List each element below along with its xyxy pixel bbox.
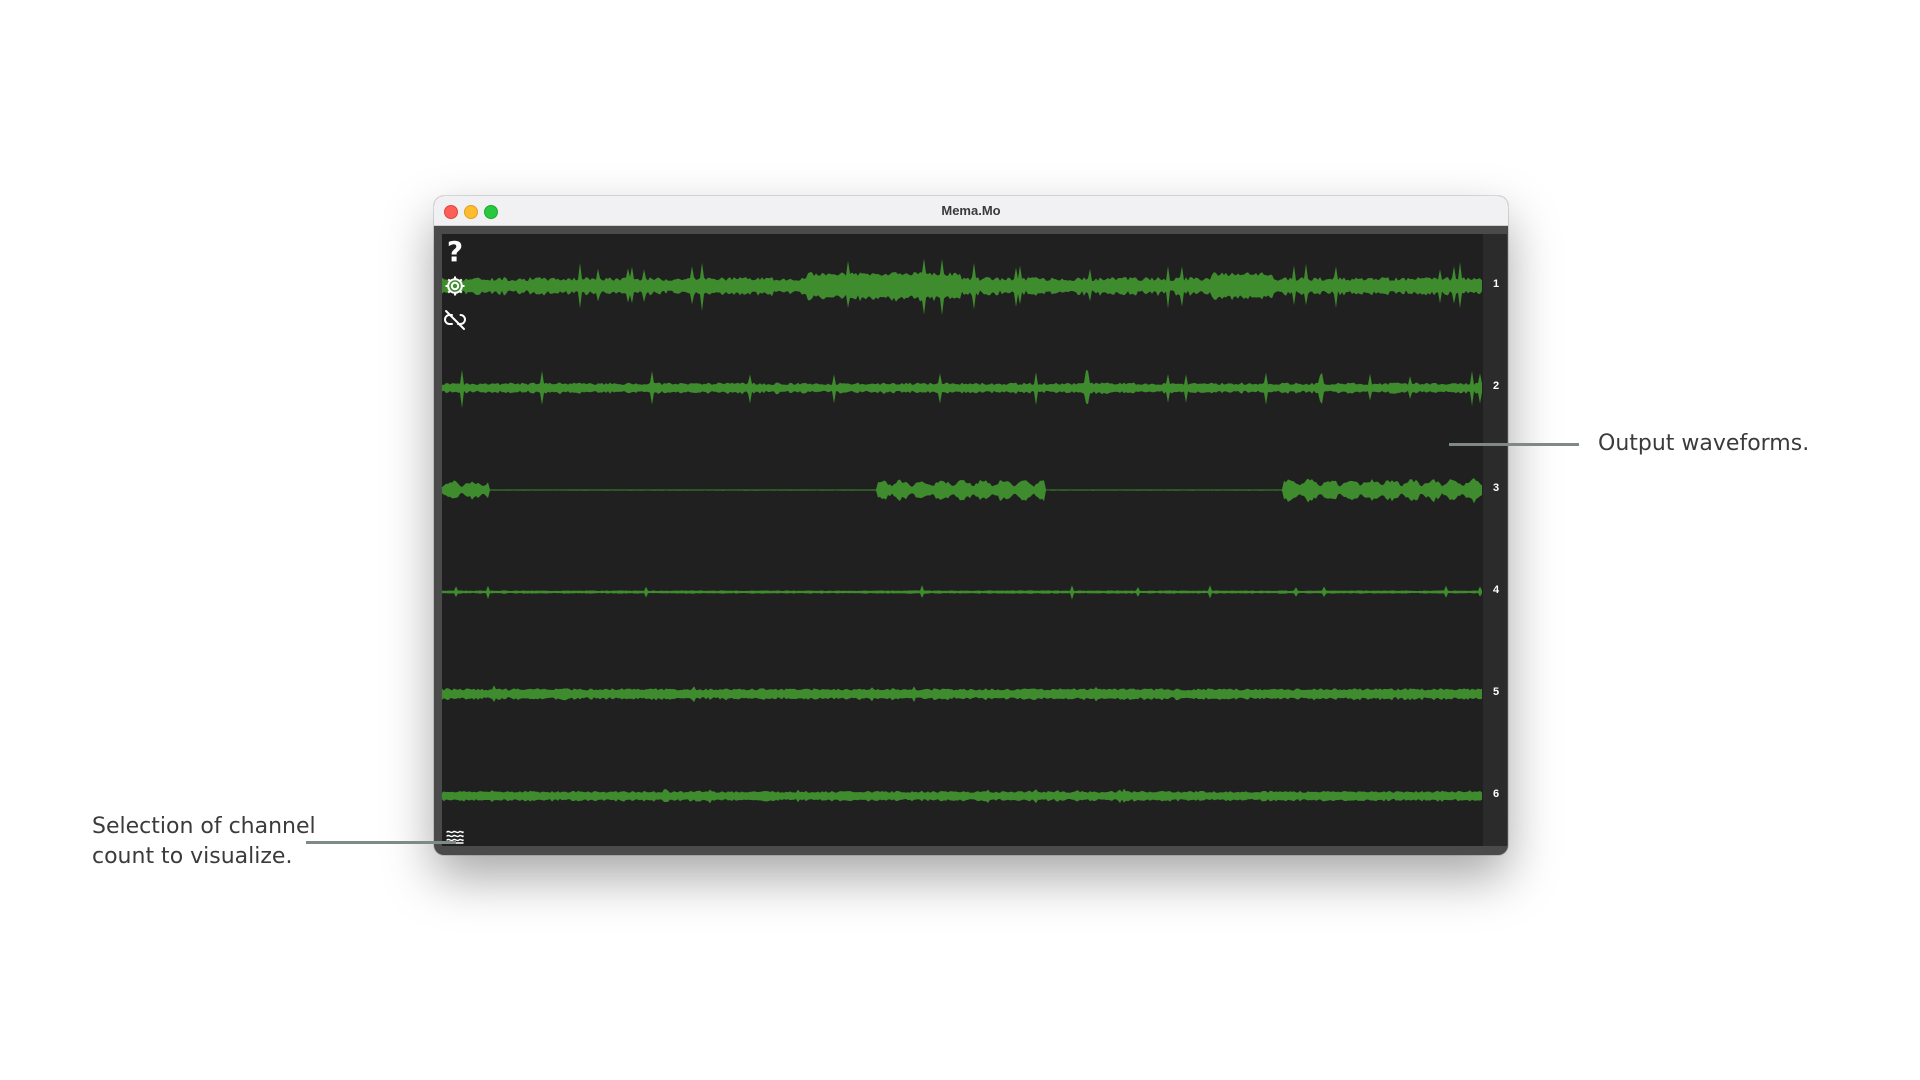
help-icon[interactable]: ? bbox=[442, 238, 468, 266]
waveform-canvas bbox=[442, 258, 1482, 804]
selection-annotation-line-1: Selection of channel bbox=[92, 814, 316, 839]
channel-label-6: 6 bbox=[1492, 788, 1500, 800]
channel-label-2: 2 bbox=[1492, 380, 1500, 392]
gear-icon[interactable] bbox=[442, 272, 468, 300]
waveform-channel-4 bbox=[442, 585, 1482, 600]
waveform-channel-2 bbox=[442, 369, 1482, 409]
output-annotation-line bbox=[1449, 443, 1579, 446]
channel-label-3: 3 bbox=[1492, 482, 1500, 494]
waveform-channel-6 bbox=[442, 788, 1482, 804]
selection-annotation-line bbox=[306, 841, 456, 844]
title-bar: Mema.Mo bbox=[434, 196, 1508, 226]
output-annotation: Output waveforms. bbox=[1598, 431, 1810, 456]
channel-label-5: 5 bbox=[1492, 686, 1500, 698]
waveform-channel-3 bbox=[442, 478, 1482, 504]
channel-label-4: 4 bbox=[1492, 584, 1500, 596]
waveform-channel-5 bbox=[442, 685, 1482, 703]
waveform-channel-1 bbox=[442, 258, 1482, 316]
waveform-view: 1 2 3 4 5 6 ? bbox=[442, 234, 1507, 846]
channel-label-strip bbox=[1483, 234, 1507, 846]
unlink-icon[interactable] bbox=[442, 306, 468, 334]
window-title: Mema.Mo bbox=[941, 203, 1001, 218]
app-window: Mema.Mo 1 2 3 4 5 6 ? bbox=[434, 196, 1508, 855]
channel-label-1: 1 bbox=[1492, 278, 1500, 290]
selection-annotation-line-2: count to visualize. bbox=[92, 844, 293, 869]
